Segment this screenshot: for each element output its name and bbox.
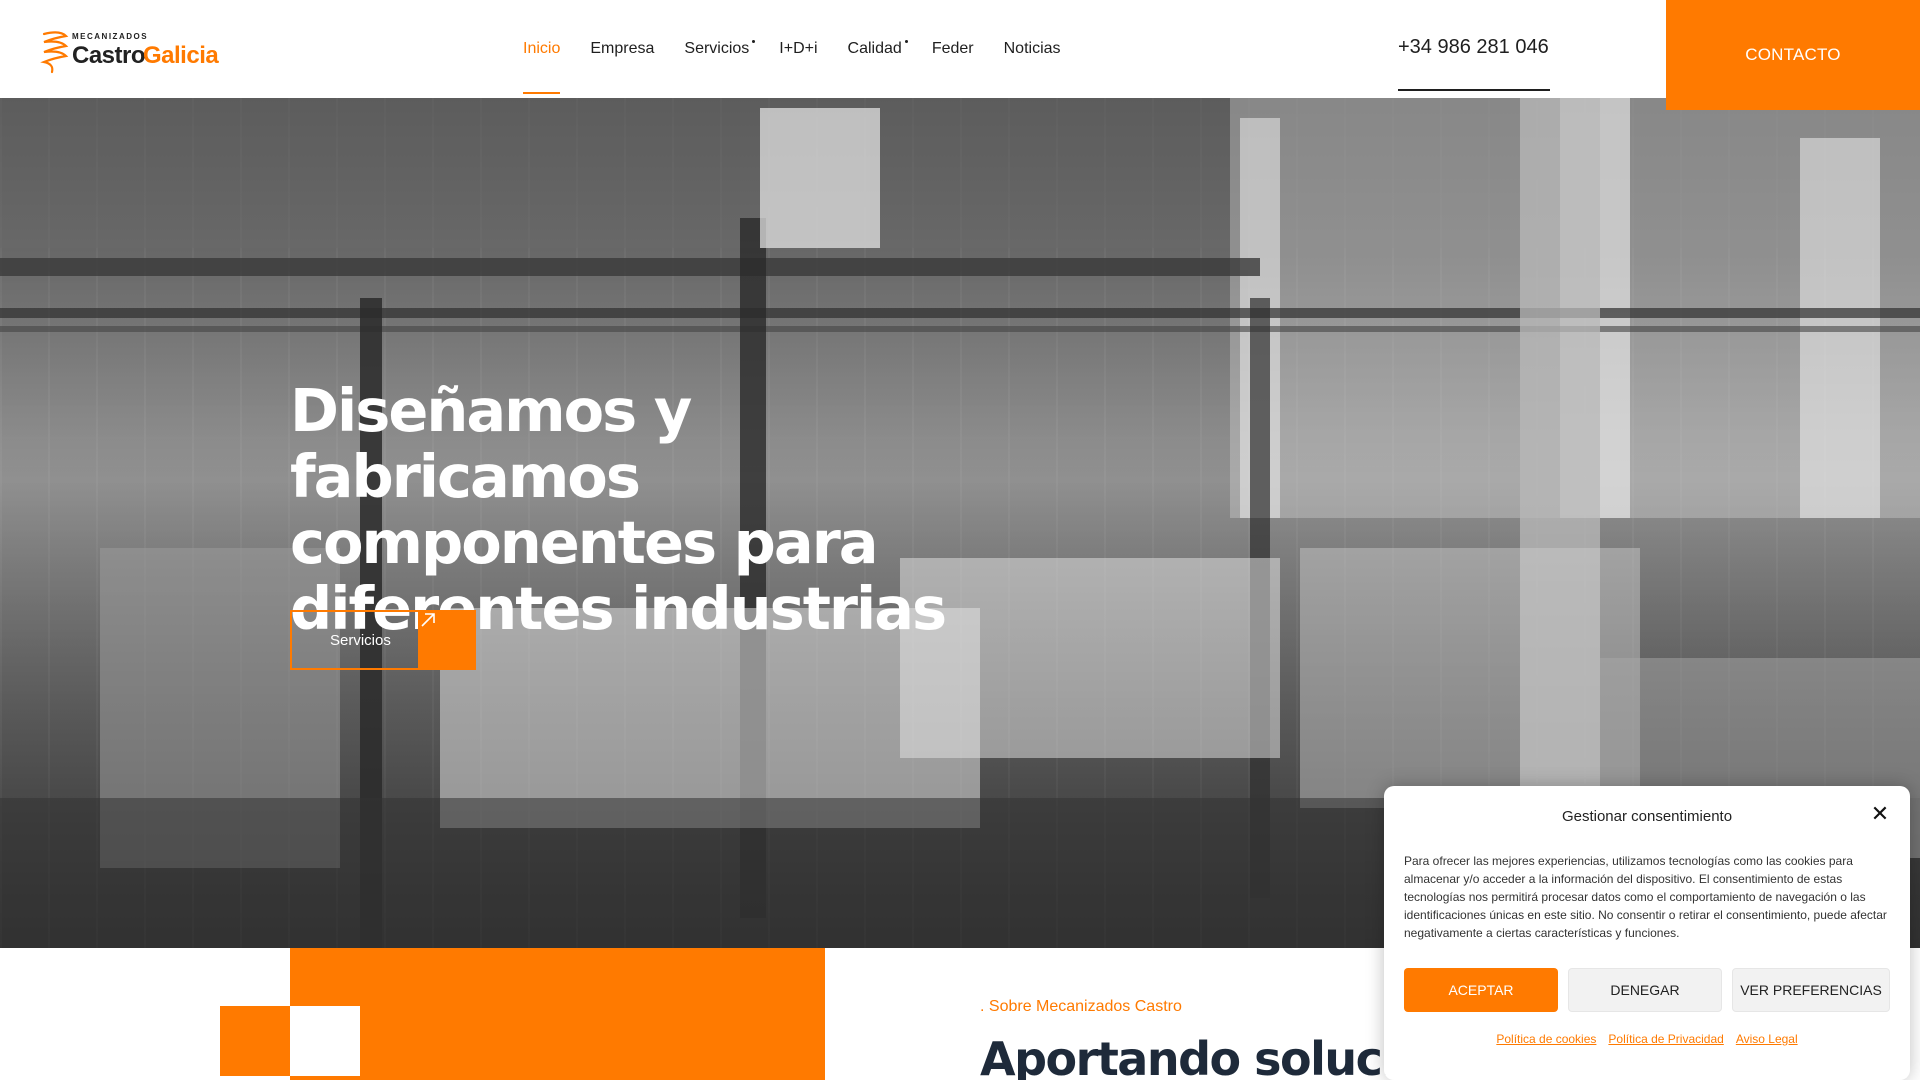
nav-item-calidad[interactable]: Calidad (847, 0, 908, 98)
nav-item-empresa[interactable]: Empresa (590, 0, 654, 98)
contact-button[interactable]: CONTACTO (1666, 0, 1920, 110)
submenu-dot-icon (904, 40, 908, 43)
about-eyebrow: . Sobre Mecanizados Castro (980, 998, 1182, 1015)
accept-button[interactable]: ACEPTAR (1404, 968, 1558, 1012)
legal-notice-link[interactable]: Aviso Legal (1736, 1032, 1798, 1046)
nav-label: Inicio (523, 40, 561, 57)
decorative-white-square (290, 1006, 360, 1076)
close-icon[interactable]: ✕ (1870, 803, 1890, 825)
nav-label: Calidad (847, 40, 902, 57)
nav-label: Servicios (684, 40, 750, 57)
submenu-dot-icon (752, 40, 756, 43)
decorative-orange-square (220, 1006, 290, 1076)
arrow-up-right-icon (418, 610, 476, 670)
servicios-button[interactable]: Servicios (290, 610, 476, 670)
cookie-actions: ACEPTAR DENEGAR VER PREFERENCIAS (1404, 968, 1890, 1012)
nav-label: Feder (931, 40, 974, 57)
cookie-policy-link[interactable]: Política de cookies (1496, 1032, 1596, 1046)
decorative-orange-block (290, 948, 825, 1080)
nav-label: Noticias (1003, 40, 1061, 57)
site-logo[interactable]: MECANIZADOS Castro Galicia (40, 28, 230, 74)
nav-item-feder[interactable]: Feder (932, 0, 974, 98)
phone-underline (1398, 89, 1550, 91)
nav-label: I+D+i (779, 40, 818, 57)
site-header: MECANIZADOS Castro Galicia Inicio Empres… (0, 0, 1920, 98)
nav-item-noticias[interactable]: Noticias (1004, 0, 1061, 98)
cookie-consent-dialog: Gestionar consentimiento ✕ Para ofrecer … (1384, 786, 1910, 1080)
logo-top-text: MECANIZADOS (72, 32, 149, 41)
logo-name-galicia: Galicia (143, 42, 219, 69)
logo-name-castro: Castro (72, 42, 146, 69)
deny-button[interactable]: DENEGAR (1568, 968, 1722, 1012)
logo-spring-icon (40, 31, 69, 74)
nav-item-servicios[interactable]: Servicios (684, 0, 756, 98)
nav-label: Empresa (590, 40, 655, 57)
nav-item-inicio[interactable]: Inicio (523, 0, 561, 98)
privacy-policy-link[interactable]: Política de Privacidad (1608, 1032, 1723, 1046)
cookie-title: Gestionar consentimiento (1561, 808, 1733, 825)
view-preferences-button[interactable]: VER PREFERENCIAS (1732, 968, 1890, 1012)
main-nav: Inicio Empresa Servicios I+D+i Calidad F… (523, 0, 1091, 98)
cookie-links: Política de cookies Política de Privacid… (1384, 1032, 1910, 1046)
cookie-description: Para ofrecer las mejores experiencias, u… (1404, 854, 1887, 940)
phone-link[interactable]: +34 986 281 046 (1398, 36, 1550, 59)
servicios-button-label: Servicios (330, 631, 391, 649)
nav-item-idi[interactable]: I+D+i (779, 0, 817, 98)
hero-title: Diseñamos y fabricamos componentes para … (290, 376, 947, 643)
